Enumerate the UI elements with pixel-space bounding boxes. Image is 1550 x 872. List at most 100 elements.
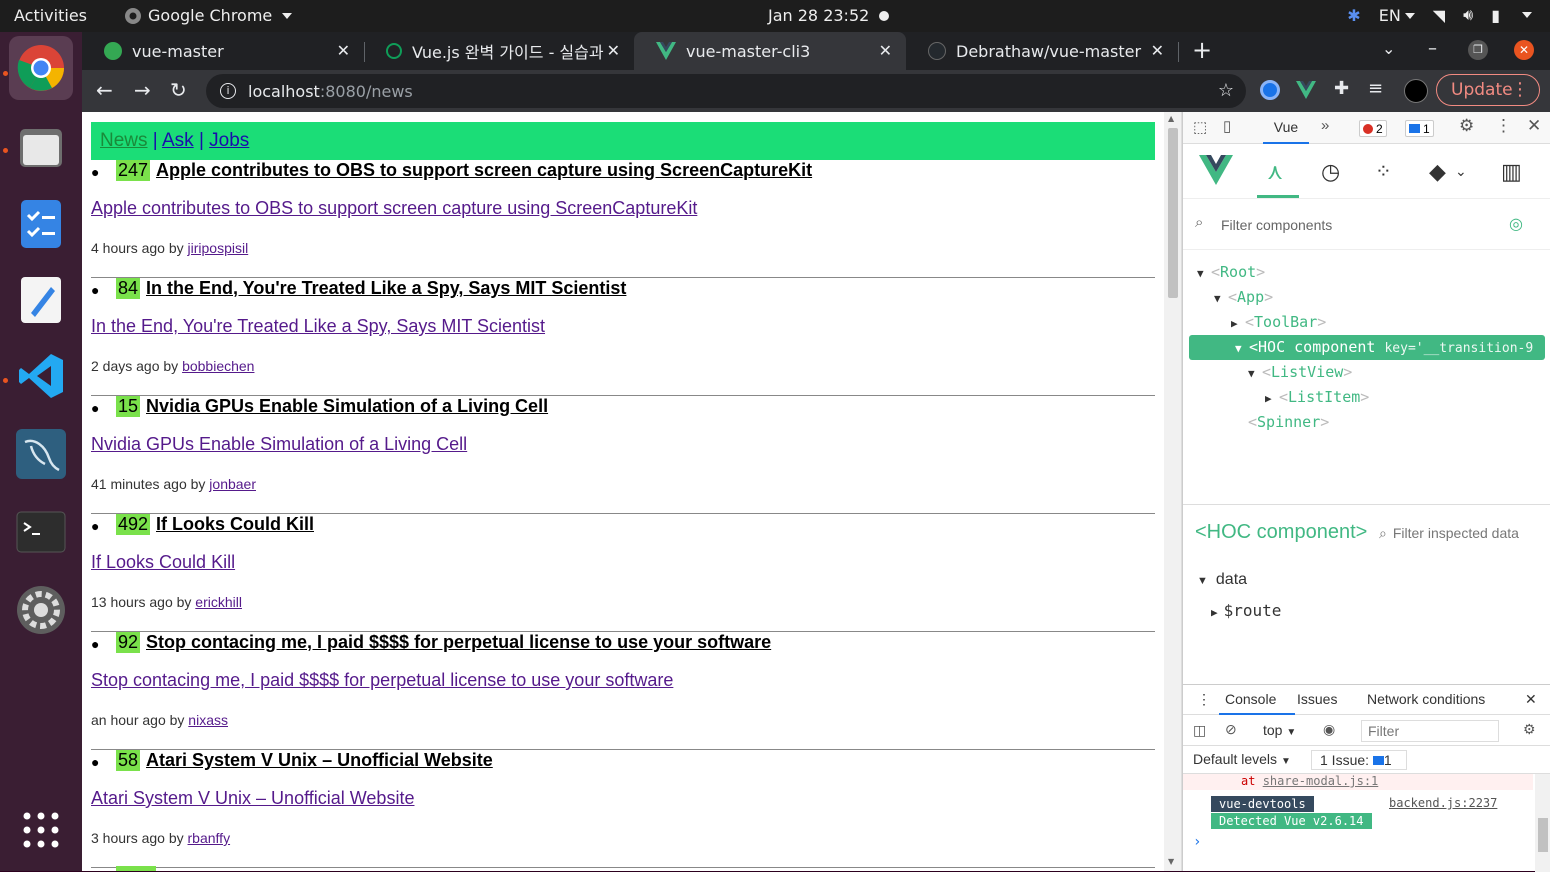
log-levels-dropdown[interactable]: Default levels ▼: [1193, 751, 1291, 767]
timeline-icon[interactable]: ◷: [1321, 159, 1340, 185]
data-section-toggle[interactable]: ▼ data: [1197, 571, 1247, 589]
stack-file-link[interactable]: share-modal.js:1: [1263, 774, 1379, 788]
profile-avatar[interactable]: [1404, 79, 1428, 103]
dock-text-editor[interactable]: [9, 268, 73, 332]
minimize-button[interactable]: –: [1428, 38, 1437, 59]
app-menu[interactable]: Google Chrome: [124, 6, 293, 25]
dock-chrome[interactable]: [9, 36, 73, 100]
item-title-link[interactable]: In the End, You're Treated Like a Spy, S…: [146, 278, 626, 299]
show-applications-button[interactable]: [9, 798, 73, 862]
item-user-link[interactable]: erickhill: [195, 594, 242, 610]
forward-button[interactable]: →: [134, 78, 151, 102]
tree-node-root[interactable]: ▼ <Root>: [1197, 260, 1265, 285]
context-selector[interactable]: top ▼: [1263, 722, 1296, 738]
item-url-link[interactable]: Atari System V Unix – Unofficial Website: [91, 788, 414, 809]
scroll-up-icon[interactable]: ▲: [1168, 114, 1174, 123]
more-tabs-icon[interactable]: »: [1321, 117, 1329, 134]
devtools-settings-icon[interactable]: ⚙: [1459, 116, 1474, 136]
close-tab-icon[interactable]: ✕: [607, 41, 620, 60]
dock-vscode[interactable]: [9, 344, 73, 408]
item-title-link[interactable]: Apple contributes to OBS to support scre…: [156, 160, 812, 181]
system-tray[interactable]: ✱ EN ◥ 🔊︎ ▮: [1347, 5, 1532, 25]
clock[interactable]: Jan 28 23:52: [768, 6, 869, 25]
item-user-link[interactable]: bobbiechen: [182, 358, 254, 374]
activities-button[interactable]: Activities: [14, 6, 87, 25]
close-drawer-icon[interactable]: ✕: [1525, 691, 1537, 708]
extension-blue-icon[interactable]: [1260, 80, 1280, 100]
back-button[interactable]: ←: [96, 78, 113, 102]
routes-icon[interactable]: ◆: [1429, 159, 1446, 185]
item-user-link[interactable]: nixass: [188, 712, 228, 728]
reading-list-icon[interactable]: ≡: [1368, 78, 1383, 99]
console-filter-input[interactable]: Filter: [1361, 720, 1499, 742]
nav-news-link[interactable]: News: [100, 130, 148, 151]
extensions-puzzle-icon[interactable]: ✚: [1334, 78, 1349, 99]
scrollbar-thumb[interactable]: [1168, 128, 1178, 298]
tree-node-spinner[interactable]: <Spinner>: [1248, 410, 1329, 435]
device-toolbar-icon[interactable]: ▯: [1223, 117, 1231, 135]
bookmark-star-icon[interactable]: ☆: [1218, 80, 1234, 101]
item-user-link[interactable]: jonbaer: [209, 476, 256, 492]
clear-console-icon[interactable]: ⊘: [1225, 721, 1237, 738]
bluetooth-icon[interactable]: ✱: [1347, 6, 1360, 25]
tab-github[interactable]: Debrathaw/vue-master ✕: [906, 32, 1178, 70]
close-tab-icon[interactable]: ✕: [1151, 41, 1164, 60]
tab-vue[interactable]: Vue: [1263, 112, 1309, 144]
chevron-down-icon[interactable]: ⌄: [1455, 163, 1467, 180]
item-url-link[interactable]: Nvidia GPUs Enable Simulation of a Livin…: [91, 434, 467, 455]
dock-files[interactable]: [9, 116, 73, 180]
item-user-link[interactable]: rbanffy: [188, 830, 231, 846]
vue-devtools-extension-icon[interactable]: [1296, 81, 1316, 99]
volume-icon[interactable]: 🔊︎: [1463, 5, 1473, 25]
item-title-link[interactable]: If Looks Could Kill: [156, 514, 314, 535]
filter-inspected-data[interactable]: ⌕ Filter inspected data: [1379, 525, 1519, 542]
scroll-down-icon[interactable]: ▼: [1168, 857, 1174, 866]
wifi-icon[interactable]: ◥: [1433, 6, 1445, 25]
address-bar[interactable]: i localhost:8080/news ☆: [206, 74, 1246, 108]
item-title-link[interactable]: Nvidia GPUs Enable Simulation of a Livin…: [146, 396, 548, 417]
devtools-menu-icon[interactable]: ⋮: [1495, 116, 1512, 136]
more-menu-icon[interactable]: ⋮: [1511, 79, 1529, 100]
performance-icon[interactable]: ▥: [1501, 159, 1522, 185]
console-prompt-icon[interactable]: ›: [1193, 834, 1201, 850]
item-url-link[interactable]: Stop contacing me, I paid $$$$ for perpe…: [91, 670, 673, 691]
tab-network-conditions[interactable]: Network conditions: [1367, 691, 1485, 707]
item-title-link[interactable]: Atari System V Unix – Unofficial Website: [146, 750, 493, 771]
errors-badge[interactable]: 2: [1359, 120, 1387, 137]
tab-vuejs-guide[interactable]: Vue.js 완벽 가이드 - 실습과 ✕: [364, 32, 634, 70]
tab-vue-master-cli3[interactable]: vue-master-cli3 ✕: [634, 32, 906, 70]
issues-counter[interactable]: 1 Issue: 1: [1311, 750, 1407, 770]
component-filter[interactable]: ⌕ Filter components ◎: [1183, 200, 1550, 250]
tree-node-listview[interactable]: ▼ <ListView>: [1248, 360, 1352, 385]
maximize-button[interactable]: ❐: [1468, 40, 1488, 60]
reload-button[interactable]: ↻: [170, 78, 187, 102]
tab-console[interactable]: Console: [1225, 691, 1276, 707]
live-expression-eye-icon[interactable]: ◉: [1323, 721, 1335, 738]
plugins-icon[interactable]: ⁘: [1375, 159, 1392, 184]
site-info-icon[interactable]: i: [220, 83, 236, 99]
chevron-down-icon[interactable]: [1522, 12, 1532, 18]
console-scrollbar[interactable]: [1535, 774, 1550, 872]
console-settings-icon[interactable]: ⚙: [1523, 721, 1536, 738]
tab-issues[interactable]: Issues: [1297, 691, 1337, 707]
item-url-link[interactable]: Apple contributes to OBS to support scre…: [91, 198, 697, 219]
inspect-element-icon[interactable]: ⬚: [1193, 118, 1207, 136]
item-title-link[interactable]: Stop contacing me, I paid $$$$ for perpe…: [146, 632, 771, 653]
language-indicator[interactable]: EN: [1379, 6, 1415, 25]
tree-node-app[interactable]: ▼ <App>: [1214, 285, 1273, 310]
update-button[interactable]: Update ⋮: [1436, 74, 1540, 106]
item-url-link[interactable]: If Looks Could Kill: [91, 552, 235, 573]
log-source-link[interactable]: backend.js:2237: [1389, 796, 1497, 810]
tree-node-hoc-component[interactable]: ▼ <HOC component key='__transition-9: [1189, 335, 1545, 360]
tab-vue-master[interactable]: vue-master ✕: [82, 32, 364, 70]
messages-badge[interactable]: 1: [1405, 120, 1434, 137]
item-user-link[interactable]: jiripospisil: [188, 240, 249, 256]
tab-search-icon[interactable]: ⌄: [1382, 39, 1395, 58]
nav-ask-link[interactable]: Ask: [162, 130, 194, 151]
components-tree-icon[interactable]: ⋏: [1267, 159, 1283, 185]
close-tab-icon[interactable]: ✕: [879, 41, 892, 60]
battery-icon[interactable]: ▮: [1491, 6, 1500, 25]
dock-settings[interactable]: [9, 578, 73, 642]
item-url-link[interactable]: In the End, You're Treated Like a Spy, S…: [91, 316, 545, 337]
dock-tasks[interactable]: [9, 192, 73, 256]
